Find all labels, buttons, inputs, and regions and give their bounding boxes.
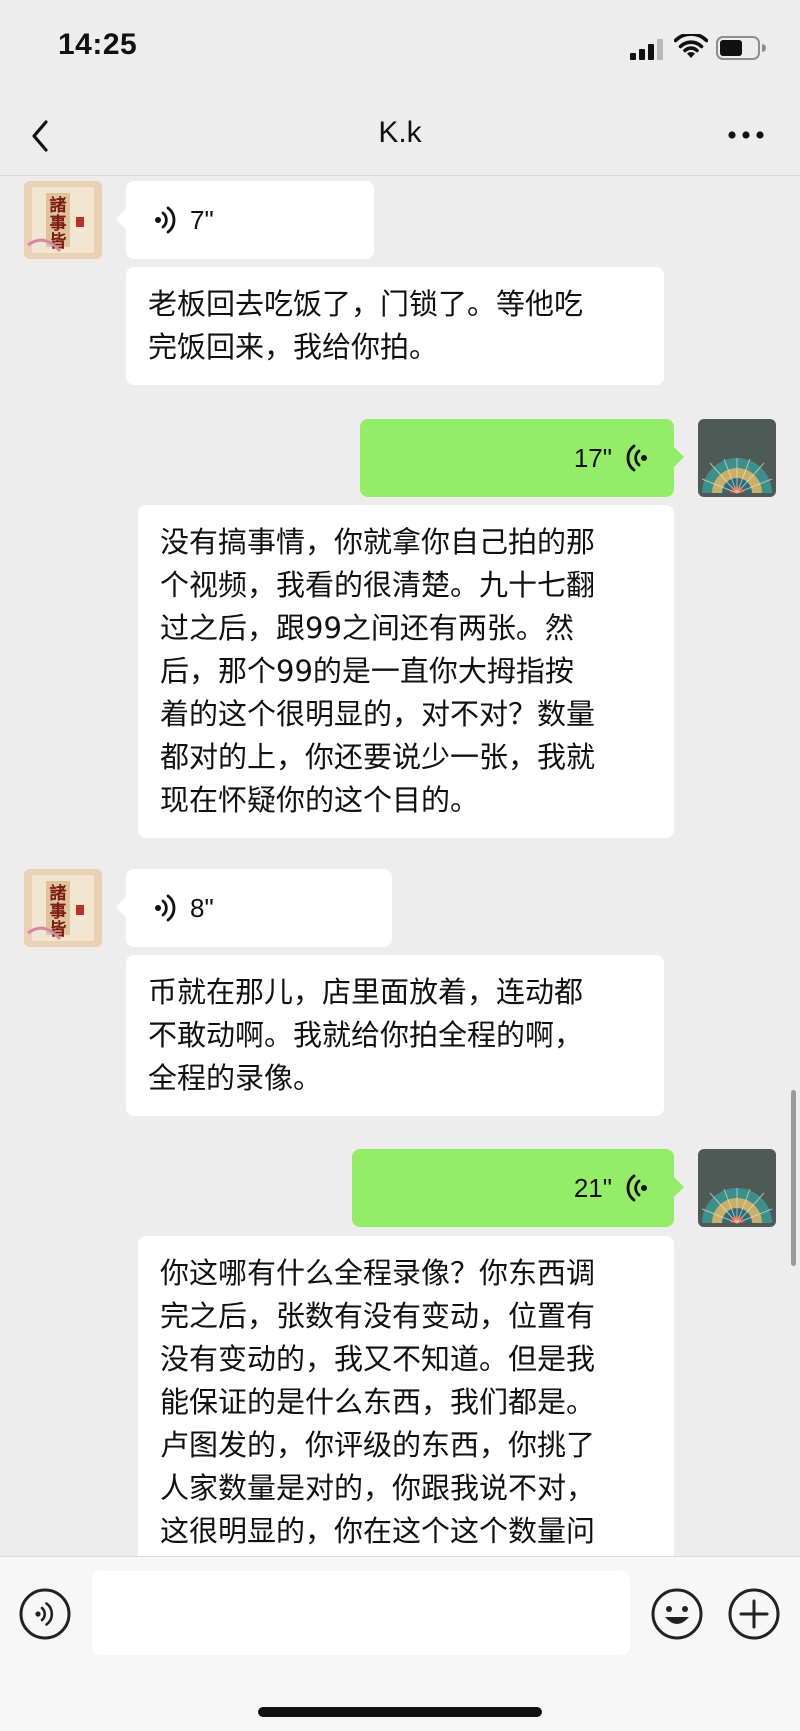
status-bar: 14:25 [0, 0, 800, 96]
voice-input-toggle-icon[interactable] [18, 1587, 72, 1641]
voice-message-bubble[interactable]: 8" [116, 869, 392, 947]
scrollbar[interactable] [791, 1090, 796, 1266]
message-line: 币就在那儿，店里面放着，连动都 [148, 975, 584, 1009]
message-line: 能保证的是什么东西，我们都是。 [160, 1385, 596, 1419]
svg-text:事: 事 [50, 214, 67, 234]
message-line: 老板回去吃饭了，门锁了。等他吃 [148, 287, 584, 321]
input-bar [0, 1556, 800, 1731]
cellular-signal-icon [630, 38, 666, 60]
message-line: 你这哪有什么全程录像？你东西调 [160, 1256, 596, 1290]
message-list[interactable]: 諸 事 皆 7" 老板回去吃饭了，门锁了。等他吃 完饭回来，我给你拍。 17" [0, 177, 800, 1556]
voice-wave-icon [155, 206, 176, 234]
voice-wave-icon [626, 1174, 647, 1202]
more-options-icon[interactable] [724, 120, 768, 150]
avatar-calligraphy: 諸 [50, 195, 67, 216]
wifi-icon [674, 34, 708, 58]
message-line: 现在怀疑你的这个目的。 [160, 783, 480, 817]
svg-text:事: 事 [50, 902, 67, 922]
voice-duration: 8" [190, 892, 214, 923]
voice-transcript-bubble[interactable]: 你这哪有什么全程录像？你东西调 完之后，张数有没有变动，位置有 没有变动的，我又… [138, 1236, 674, 1556]
svg-text:諸: 諸 [50, 883, 67, 904]
voice-wave-icon [155, 894, 176, 922]
voice-message-bubble-sent[interactable]: 21" [352, 1149, 684, 1227]
voice-message-bubble[interactable]: 7" [116, 181, 374, 259]
message-input[interactable] [92, 1571, 630, 1655]
message-line: 全程的录像。 [148, 1061, 323, 1095]
message-line: 人家数量是对的，你跟我说不对， [160, 1471, 596, 1505]
message-line: 完之后，张数有没有变动，位置有 [160, 1299, 596, 1333]
nav-bar: K.k [0, 96, 800, 176]
battery-icon [716, 36, 766, 60]
voice-duration: 21" [573, 1172, 612, 1203]
message-line: 没有变动的，我又不知道。但是我 [160, 1342, 596, 1376]
voice-duration: 7" [190, 204, 214, 235]
message-line: 都对的上，你还要说少一张，我就 [160, 740, 596, 774]
my-avatar[interactable] [698, 1149, 776, 1227]
message-line: 过之后，跟99之间还有两张。然 [160, 611, 574, 645]
my-avatar[interactable] [698, 419, 776, 497]
status-time: 14:25 [58, 28, 138, 61]
message-line: 着的这个很明显的，对不对？数量 [160, 697, 596, 731]
contact-avatar[interactable]: 諸 事 皆 [24, 181, 102, 259]
home-indicator[interactable] [258, 1707, 542, 1717]
message-line: 不敢动啊。我就给你拍全程的啊， [148, 1018, 584, 1052]
voice-message-bubble-sent[interactable]: 17" [360, 419, 684, 497]
message-line: 卢图发的，你评级的东西，你挑了 [160, 1428, 596, 1462]
voice-transcript-bubble[interactable]: 没有搞事情，你就拿你自己拍的那 个视频，我看的很清楚。九十七翻 过之后，跟99之… [138, 505, 674, 838]
message-line: 没有搞事情，你就拿你自己拍的那 [160, 525, 596, 559]
voice-duration: 17" [573, 442, 612, 473]
message-line: 个视频，我看的很清楚。九十七翻 [160, 568, 596, 602]
add-attachment-icon[interactable] [727, 1587, 781, 1641]
message-line: 完饭回来，我给你拍。 [148, 330, 439, 364]
voice-wave-icon [626, 444, 647, 472]
contact-avatar[interactable]: 諸 事 皆 [24, 869, 102, 947]
text-message-bubble[interactable]: 老板回去吃饭了，门锁了。等他吃 完饭回来，我给你拍。 [126, 267, 664, 385]
message-line: 后，那个99的是一直你大拇指按 [160, 654, 574, 688]
emoji-icon[interactable] [650, 1587, 704, 1641]
chat-title: K.k [378, 116, 422, 149]
voice-transcript-bubble[interactable]: 币就在那儿，店里面放着，连动都 不敢动啊。我就给你拍全程的啊， 全程的录像。 [126, 955, 664, 1116]
message-line: 这很明显的，你在这个这个数量问 [160, 1514, 596, 1548]
